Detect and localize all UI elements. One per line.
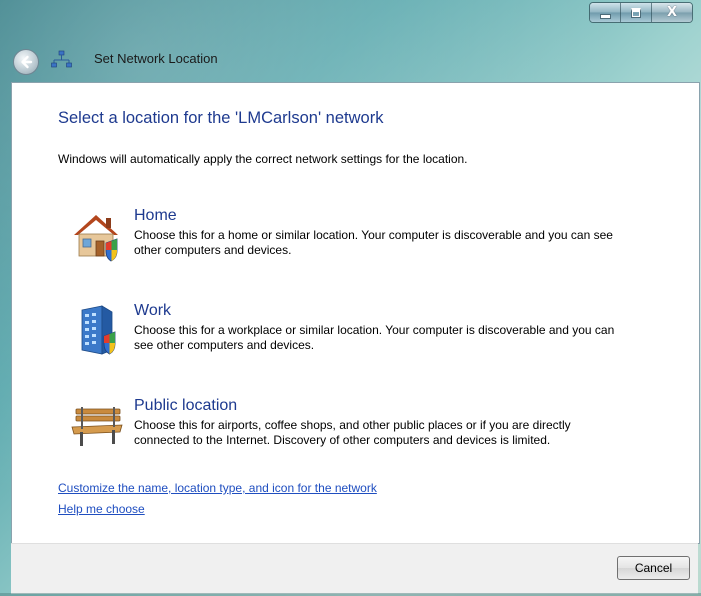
option-title-work: Work (134, 302, 172, 319)
intro-text: Windows will automatically apply the cor… (58, 152, 468, 166)
option-title-home: Home (134, 207, 177, 224)
page-heading: Select a location for the 'LMCarlson' ne… (58, 109, 384, 127)
work-building-icon (81, 305, 116, 355)
close-icon[interactable]: X (652, 3, 692, 22)
help-me-choose-link[interactable]: Help me choose (58, 502, 145, 516)
caption-buttons: X (589, 2, 693, 23)
minimize-icon[interactable] (590, 3, 621, 22)
dialog-window: X Set Network Location Select a location… (0, 0, 701, 596)
maximize-icon[interactable] (621, 3, 652, 22)
location-option-work[interactable]: Work Choose this for a workplace or simi… (70, 302, 630, 362)
network-icon (51, 50, 72, 68)
back-arrow-icon (21, 55, 33, 69)
option-desc-public: Choose this for airports, coffee shops, … (134, 418, 571, 447)
customize-network-link[interactable]: Customize the name, location type, and i… (58, 481, 377, 495)
option-title-public: Public location (134, 397, 238, 414)
option-desc-home: Choose this for a home or similar locati… (134, 228, 613, 257)
dialog-footer: Cancel (11, 543, 698, 594)
location-option-home[interactable]: Home Choose this for a home or similar l… (70, 207, 630, 267)
park-bench-icon (71, 407, 123, 446)
option-desc-work: Choose this for a workplace or similar l… (134, 323, 615, 352)
back-button[interactable] (13, 49, 39, 75)
home-icon (74, 215, 118, 262)
window-title: Set Network Location (94, 51, 218, 66)
close-glyph: X (666, 5, 678, 20)
cancel-button[interactable]: Cancel (617, 556, 690, 580)
navigation-bar: Set Network Location (0, 36, 701, 82)
location-option-public[interactable]: Public location Choose this for airports… (70, 397, 630, 477)
content-panel: Select a location for the 'LMCarlson' ne… (11, 82, 700, 544)
